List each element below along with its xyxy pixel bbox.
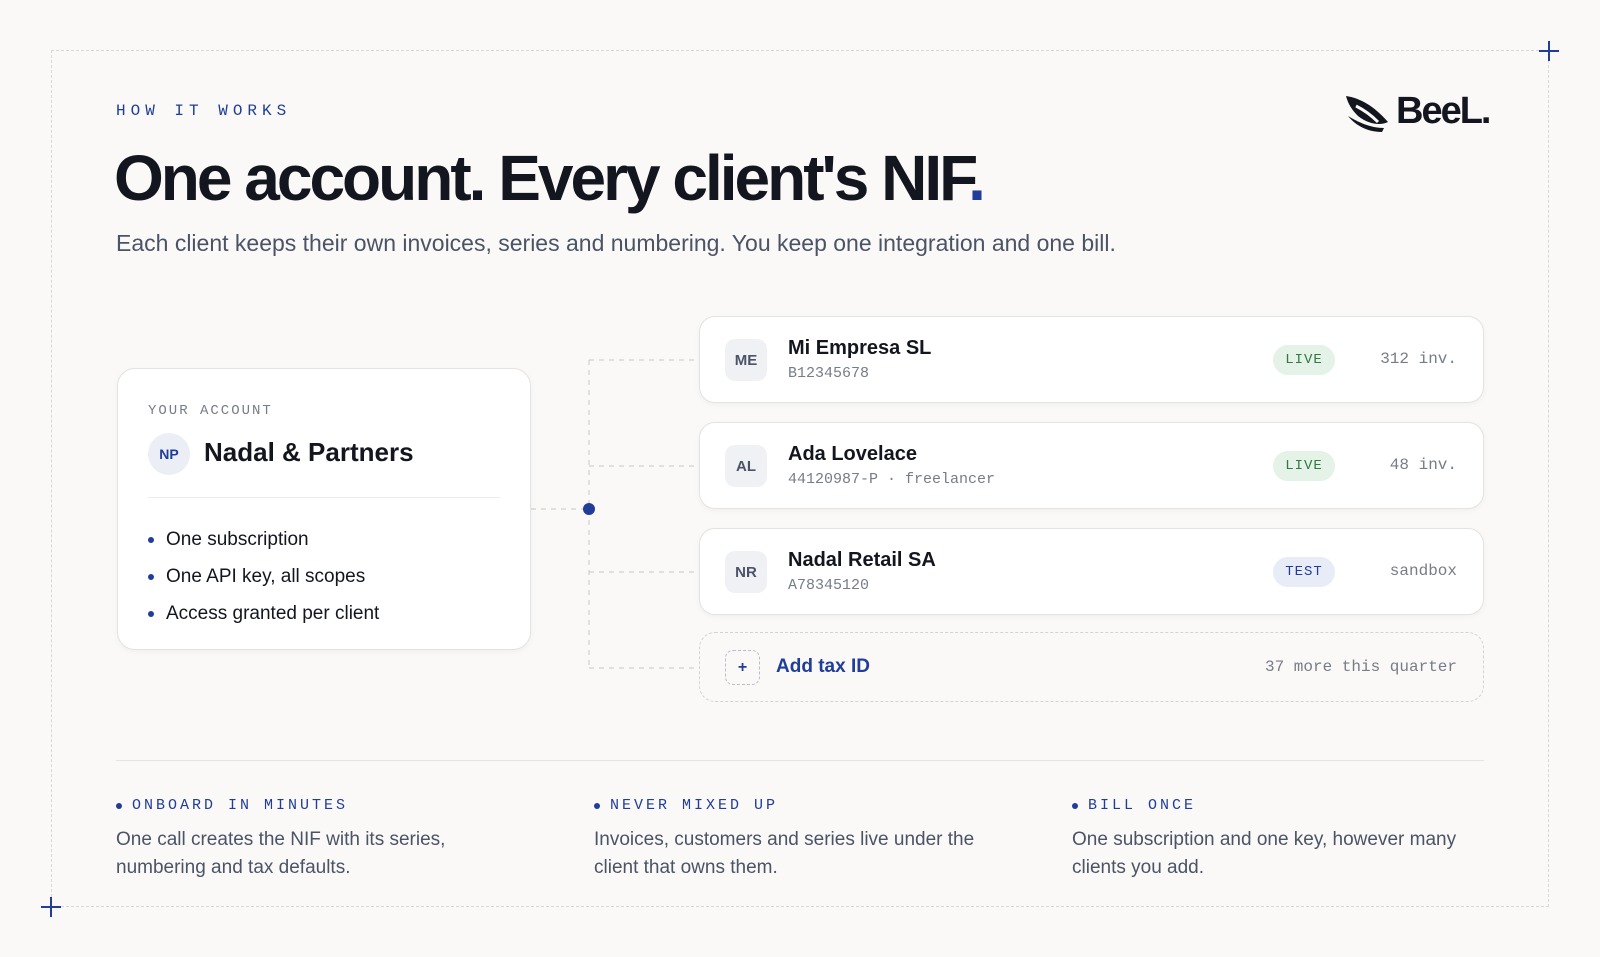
feature-description: One call creates the NIF with its series… <box>116 829 446 878</box>
client-name: Ada Lovelace <box>788 443 917 465</box>
feature-title: BILL ONCE <box>1072 797 1492 814</box>
title-accent-dot: . <box>968 142 986 214</box>
account-label: YOUR ACCOUNT <box>148 403 273 419</box>
client-name: Nadal Retail SA <box>788 549 936 571</box>
feature-never-mixed: NEVER MIXED UP Invoices, customers and s… <box>594 797 1014 882</box>
client-tax-id: 44120987-P · freelancer <box>788 471 996 488</box>
bullet-icon <box>148 573 154 580</box>
account-card: YOUR ACCOUNT NP Nadal & Partners One sub… <box>117 368 531 650</box>
feature-title: ONBOARD IN MINUTES <box>116 797 536 814</box>
bullet-icon <box>1072 802 1078 809</box>
feature-bill-once: BILL ONCE One subscription and one key, … <box>1072 797 1492 882</box>
feature-title-text: ONBOARD IN MINUTES <box>132 797 349 814</box>
eyebrow-label: HOW IT WORKS <box>116 102 292 120</box>
feature-title-text: NEVER MIXED UP <box>610 797 779 814</box>
feature-description: Invoices, customers and series live unde… <box>594 829 975 878</box>
crosshair-icon <box>41 897 61 917</box>
page-subtitle: Each client keeps their own invoices, se… <box>116 230 1116 256</box>
page-title-text: One account. Every client's NIF <box>114 142 971 214</box>
crosshair-icon <box>1539 41 1559 61</box>
feature-description: One subscription and one key, however ma… <box>1072 829 1457 878</box>
status-badge-live: LIVE <box>1273 451 1335 481</box>
status-badge-test: TEST <box>1273 557 1335 587</box>
invoice-count: 48 inv. <box>1389 456 1457 474</box>
client-name: Mi Empresa SL <box>788 337 932 359</box>
bullet-icon <box>116 802 122 809</box>
client-row-ada-lovelace[interactable]: AL Ada Lovelace 44120987-P · freelancer … <box>699 422 1484 509</box>
bullet-icon <box>594 802 600 809</box>
bee-wing-icon <box>1346 95 1388 132</box>
quota-note: 37 more this quarter <box>1264 658 1457 676</box>
perk-item: One API key, all scopes <box>148 558 379 595</box>
section-divider <box>116 760 1484 761</box>
account-avatar: NP <box>148 433 190 475</box>
feature-onboard: ONBOARD IN MINUTES One call creates the … <box>116 797 536 882</box>
plus-icon: + <box>725 650 760 685</box>
add-tax-id-button[interactable]: + Add tax ID 37 more this quarter <box>699 632 1484 702</box>
bullet-icon <box>148 610 154 617</box>
page-title: One account. Every client's NIF. <box>114 140 986 216</box>
client-row-nadal-retail[interactable]: NR Nadal Retail SA A78345120 TEST sandbo… <box>699 528 1484 615</box>
perk-label: One API key, all scopes <box>166 565 366 587</box>
invoice-count: sandbox <box>1389 562 1457 580</box>
feature-title: NEVER MIXED UP <box>594 797 1014 814</box>
client-tax-id: B12345678 <box>788 365 870 382</box>
logo-wordmark: BeeL. <box>1396 90 1491 132</box>
bullet-icon <box>148 536 154 543</box>
invoice-count: 312 inv. <box>1380 350 1457 368</box>
client-avatar: AL <box>725 445 767 487</box>
brand-logo[interactable]: BeeL. <box>1344 90 1491 133</box>
perk-item: Access granted per client <box>148 595 379 632</box>
card-divider <box>148 497 500 498</box>
client-row-mi-empresa[interactable]: ME Mi Empresa SL B12345678 LIVE 312 inv. <box>699 316 1484 403</box>
client-tax-id: A78345120 <box>788 577 870 594</box>
perk-label: Access granted per client <box>166 602 380 624</box>
perk-label: One subscription <box>166 528 309 550</box>
client-avatar: ME <box>725 339 767 381</box>
status-badge-live: LIVE <box>1273 345 1335 375</box>
account-name: Nadal & Partners <box>204 437 414 467</box>
perk-list: One subscription One API key, all scopes… <box>148 521 379 632</box>
perk-item: One subscription <box>148 521 379 558</box>
add-tax-id-label: Add tax ID <box>776 656 870 677</box>
feature-title-text: BILL ONCE <box>1088 797 1197 814</box>
client-avatar: NR <box>725 551 767 593</box>
